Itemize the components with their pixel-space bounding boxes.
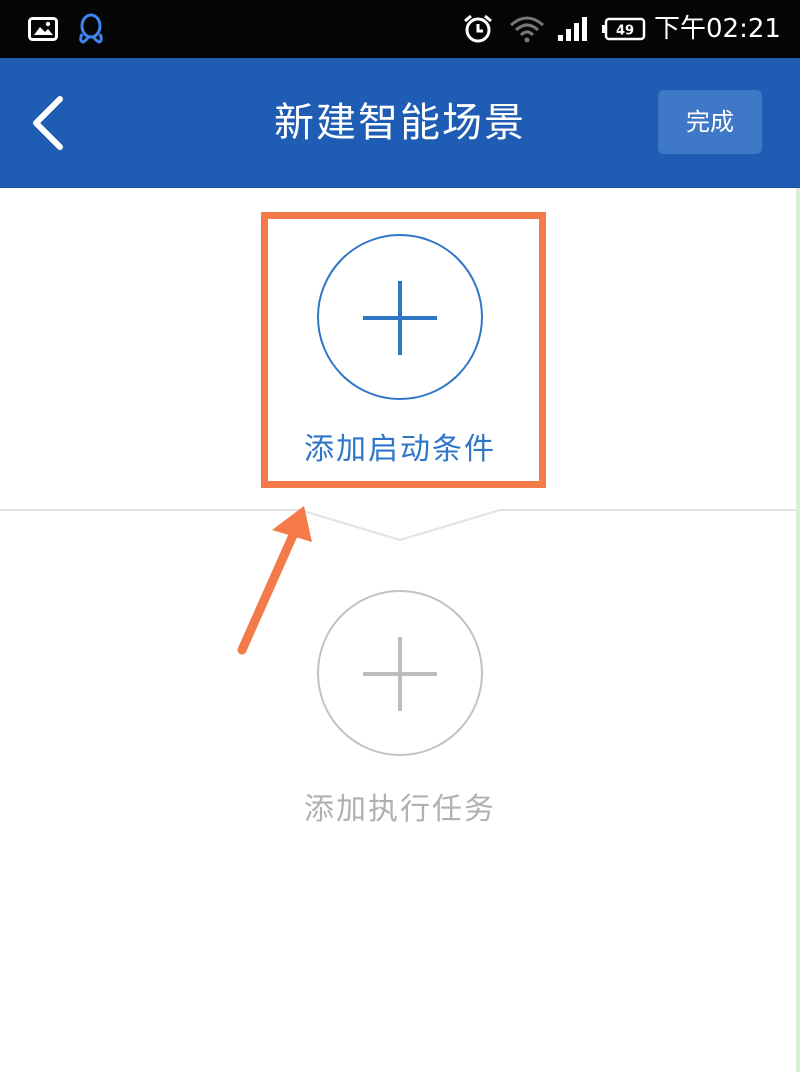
plus-icon-vertical	[398, 637, 402, 711]
add-task-button[interactable]	[317, 590, 483, 756]
status-time: 下午02:21	[654, 14, 781, 44]
wifi-icon	[506, 0, 548, 58]
alarm-icon	[458, 0, 498, 58]
qq-icon	[74, 0, 108, 58]
signal-icon	[552, 0, 592, 58]
chevron-left-icon	[33, 96, 63, 150]
back-button[interactable]	[18, 88, 78, 158]
add-condition-label[interactable]: 添加启动条件	[250, 424, 550, 468]
status-bar: 49 下午02:21	[0, 0, 800, 58]
image-icon	[26, 0, 60, 58]
plus-icon-vertical	[398, 281, 402, 355]
right-edge	[796, 188, 800, 1072]
title-bar: 新建智能场景 完成	[0, 58, 800, 188]
page-title: 新建智能场景	[274, 100, 526, 146]
add-task-label[interactable]: 添加执行任务	[250, 784, 550, 828]
battery-level: 49	[616, 24, 634, 39]
section-divider	[0, 509, 800, 542]
add-condition-button[interactable]	[317, 234, 483, 400]
done-button[interactable]: 完成	[658, 90, 762, 154]
condition-section: 添加启动条件	[0, 188, 800, 508]
battery-icon: 49	[600, 0, 648, 58]
